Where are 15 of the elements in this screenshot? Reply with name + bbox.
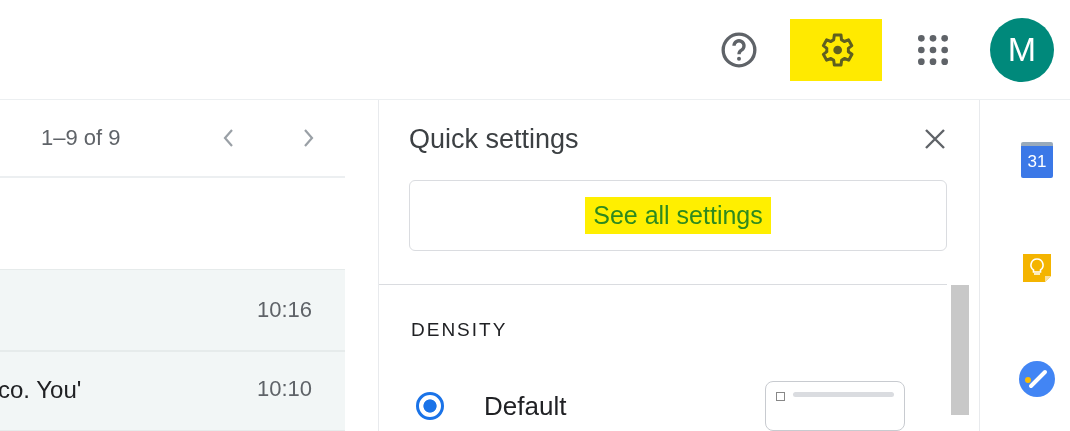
settings-button[interactable] (790, 18, 882, 81)
email-row[interactable]: 10:16 (0, 269, 345, 351)
close-button[interactable] (923, 127, 947, 151)
check-circle-icon[interactable] (1018, 360, 1056, 398)
section-heading: DENSITY (411, 319, 509, 341)
calendar-icon[interactable]: 31 (1021, 142, 1053, 178)
see-all-settings-button[interactable]: See all settings (409, 180, 947, 251)
scrollbar[interactable] (951, 285, 969, 415)
email-time: 10:16 (256, 297, 312, 323)
panel-title: Quick settings (409, 123, 579, 155)
page-count: 1–9 of 9 (41, 125, 122, 152)
radio-button[interactable] (416, 392, 444, 420)
account-avatar[interactable]: M (990, 17, 1054, 82)
email-time: 10:10 (256, 376, 312, 402)
option-label[interactable]: Default (484, 390, 567, 422)
